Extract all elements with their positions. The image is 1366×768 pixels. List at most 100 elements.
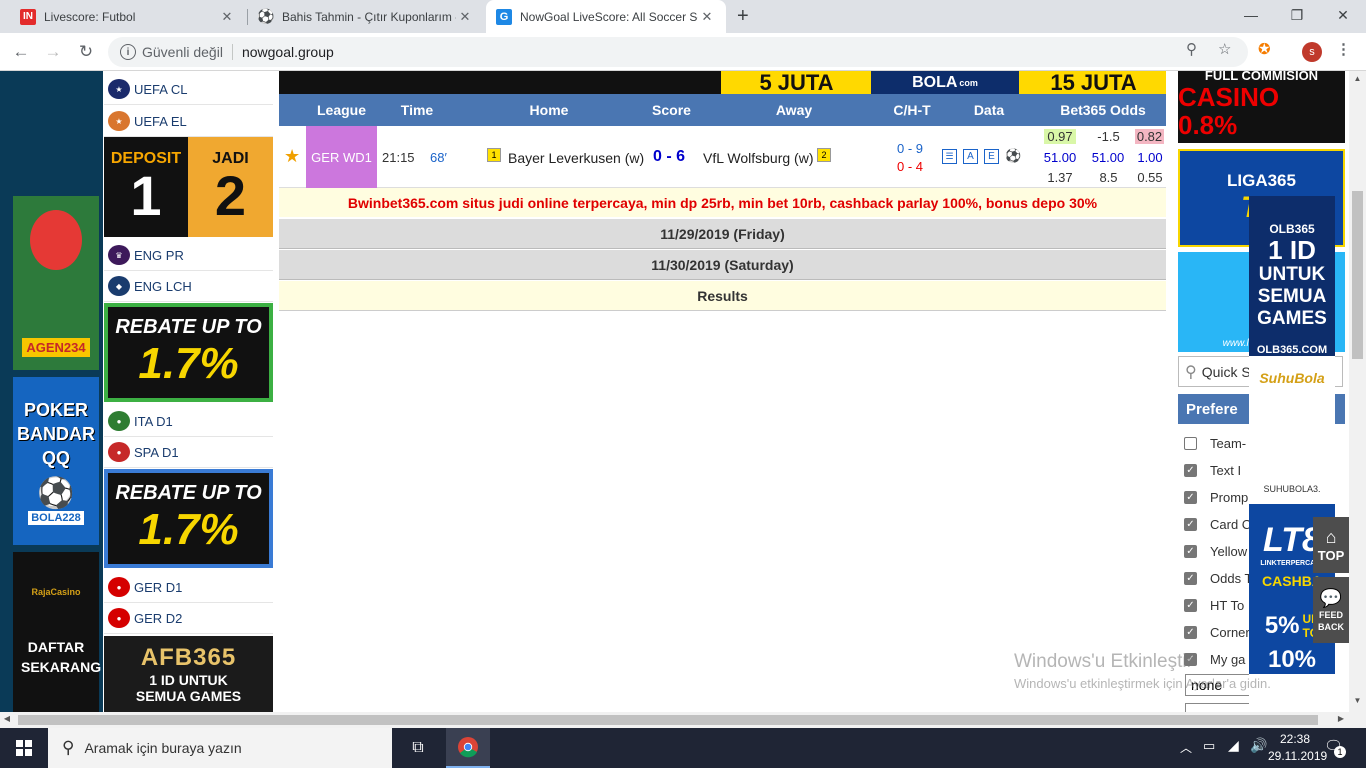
close-icon[interactable]: ✕: [456, 9, 474, 25]
odds-cell[interactable]: 51.00: [1087, 150, 1129, 165]
scroll-down-icon[interactable]: ▼: [1349, 696, 1366, 710]
menu-item-eng-lch[interactable]: ◆ ENG LCH: [104, 271, 273, 302]
date-row-saturday[interactable]: 11/30/2019 (Saturday): [279, 250, 1166, 280]
checkbox[interactable]: ✓: [1184, 653, 1197, 666]
menu-item-ger-d2[interactable]: ● GER D2: [104, 603, 273, 634]
volume-icon[interactable]: 🔊: [1250, 737, 1267, 754]
odds-cell[interactable]: 0.82: [1135, 129, 1164, 144]
close-window-icon[interactable]: ✕: [1320, 0, 1366, 30]
col-ch-t[interactable]: C/H-T: [879, 102, 945, 118]
bundesliga-2-logo-icon: ●: [108, 608, 130, 628]
match-score[interactable]: 0 - 6: [653, 148, 685, 166]
odds-cell[interactable]: 0.55: [1135, 170, 1165, 185]
col-time[interactable]: Time: [387, 102, 447, 118]
extension-icon[interactable]: ✪: [1258, 40, 1271, 58]
date-row-friday[interactable]: 11/29/2019 (Friday): [279, 219, 1166, 249]
battery-icon[interactable]: ▭: [1203, 738, 1215, 754]
checkbox[interactable]: ✓: [1184, 626, 1197, 639]
task-view-icon[interactable]: ⧉: [400, 728, 436, 768]
minimize-icon[interactable]: —: [1228, 0, 1274, 30]
scroll-thumb[interactable]: [18, 715, 1318, 725]
avatar[interactable]: s: [1302, 42, 1322, 62]
odds-cell[interactable]: 51.00: [1040, 150, 1080, 165]
stats-icon[interactable]: ☰: [942, 149, 957, 164]
menu-item-uefa-cl[interactable]: ★ UEFA CL: [104, 74, 273, 105]
top-banner-ad[interactable]: 5 JUTA BOLA com 15 JUTA: [279, 71, 1166, 94]
checkbox[interactable]: ✓: [1184, 464, 1197, 477]
feedback-button[interactable]: 💬 FEED BACK: [1313, 577, 1349, 643]
deposit-ad[interactable]: DEPOSIT 1 JADI 2: [104, 137, 273, 237]
checkbox[interactable]: ✓: [1184, 518, 1197, 531]
scroll-up-icon[interactable]: ▲: [1349, 71, 1366, 85]
info-icon[interactable]: i: [120, 44, 136, 60]
close-icon[interactable]: ✕: [218, 9, 236, 25]
notification-center-icon[interactable]: 🗨 1: [1324, 737, 1346, 759]
home-team[interactable]: Bayer Leverkusen (w): [508, 150, 644, 166]
network-icon[interactable]: ◢: [1228, 737, 1239, 754]
col-bet365-odds[interactable]: Bet365 Odds: [1049, 102, 1157, 118]
zoom-icon[interactable]: ⚲: [1186, 40, 1197, 58]
analysis-icon[interactable]: A: [963, 149, 978, 164]
second-select[interactable]: [1185, 703, 1255, 712]
taskbar-search-box[interactable]: ⚲ Aramak için buraya yazın: [48, 728, 392, 768]
col-away[interactable]: Away: [749, 102, 839, 118]
odds-cell[interactable]: 1.37: [1042, 170, 1078, 185]
bookmark-star-icon[interactable]: ☆: [1218, 40, 1231, 58]
start-button[interactable]: [0, 728, 48, 768]
results-link[interactable]: Results: [279, 281, 1166, 311]
agen234-ad[interactable]: AGEN234: [13, 196, 99, 370]
odds-cell[interactable]: 0.97: [1044, 129, 1076, 144]
rebate-ad-2[interactable]: REBATE UP TO 1.7%: [104, 469, 273, 568]
daftar-ad[interactable]: RajaCasino DAFTAR SEKARANG: [13, 552, 101, 712]
chrome-taskbar-button[interactable]: [446, 728, 490, 768]
tab-nowgoal[interactable]: G NowGoal LiveScore: All Soccer Sc ✕: [486, 0, 726, 33]
menu-item-ger-d1[interactable]: ● GER D1: [104, 572, 273, 603]
menu-icon[interactable]: ⋮: [1336, 40, 1351, 58]
away-team[interactable]: VfL Wolfsburg (w): [703, 150, 813, 166]
menu-item-spa-d1[interactable]: ● SPA D1: [104, 437, 273, 468]
menu-item-eng-pr[interactable]: ♛ ENG PR: [104, 240, 273, 271]
checkbox[interactable]: ✓: [1184, 491, 1197, 504]
checkbox[interactable]: ✓: [1184, 572, 1197, 585]
menu-item-ita-d1[interactable]: ● ITA D1: [104, 406, 273, 437]
soccer-ball-icon[interactable]: ⚽: [1005, 148, 1021, 164]
checkbox[interactable]: ✓: [1184, 545, 1197, 558]
col-data[interactable]: Data: [959, 102, 1019, 118]
checkbox[interactable]: ✓: [1184, 599, 1197, 612]
maximize-icon[interactable]: ❐: [1274, 0, 1320, 30]
close-icon[interactable]: ✕: [698, 9, 716, 25]
odds-cell[interactable]: -1.5: [1091, 129, 1126, 144]
scroll-thumb[interactable]: [1352, 191, 1363, 359]
odds-compare-icon[interactable]: E: [984, 149, 999, 164]
reload-icon[interactable]: ↻: [73, 39, 99, 65]
afb365-ad[interactable]: AFB365 1 ID UNTUK SEMUA GAMES: [104, 636, 273, 712]
promo-banner[interactable]: Bwinbet365.com situs judi online terperc…: [279, 188, 1166, 217]
address-bar[interactable]: i Güvenli değil nowgoal.group: [108, 37, 1248, 67]
vertical-scrollbar[interactable]: ▲ ▼: [1349, 71, 1366, 712]
casino-ad[interactable]: FULL COMMISION CASINO 0.8%: [1178, 71, 1345, 143]
new-tab-button[interactable]: +: [732, 0, 762, 33]
horizontal-scrollbar[interactable]: ◀ ▶: [0, 712, 1366, 728]
back-icon[interactable]: ←: [8, 39, 34, 65]
poker-ad[interactable]: POKER BANDAR QQ ⚽ BOLA228: [13, 377, 99, 545]
checkbox[interactable]: [1184, 437, 1197, 450]
menu-item-uefa-el[interactable]: ★ UEFA EL: [104, 106, 273, 137]
odds-cell[interactable]: 1.00: [1135, 150, 1165, 165]
scroll-top-button[interactable]: ⌂ TOP: [1313, 517, 1349, 573]
league-badge[interactable]: GER WD1: [306, 126, 377, 188]
forward-icon[interactable]: →: [40, 39, 66, 65]
col-score[interactable]: Score: [639, 102, 704, 118]
rebate-ad-1[interactable]: REBATE UP TO 1.7%: [104, 303, 273, 402]
col-home[interactable]: Home: [489, 102, 609, 118]
odds-cell[interactable]: 8.5: [1091, 170, 1126, 185]
sound-select[interactable]: none: [1185, 674, 1255, 696]
table-row[interactable]: ★ GER WD1 21:15 68′ 1 Bayer Leverkusen (…: [279, 126, 1166, 188]
chevron-up-icon[interactable]: ︿: [1180, 739, 1192, 756]
favorite-star-icon[interactable]: ★: [284, 146, 300, 167]
tab-livescore[interactable]: IN Livescore: Futbol ✕: [10, 0, 246, 33]
scroll-right-icon[interactable]: ▶: [1334, 714, 1348, 723]
tab-bahis[interactable]: ⚽ Bahis Tahmin - Çıtır Kuponlarım - ✕: [248, 0, 484, 33]
clock[interactable]: 22:38 29.11.2019: [1268, 731, 1327, 765]
scroll-left-icon[interactable]: ◀: [0, 714, 14, 723]
col-league[interactable]: League: [304, 102, 379, 118]
